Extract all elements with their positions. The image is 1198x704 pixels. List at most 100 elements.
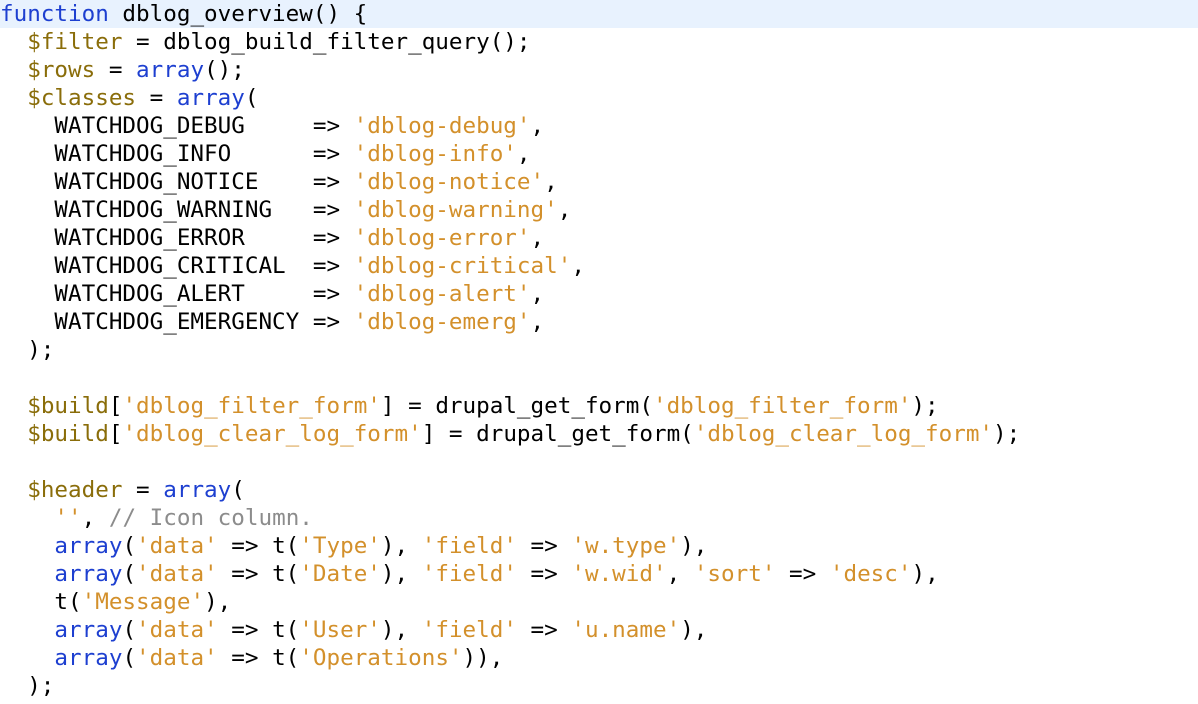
code-text: ( [122, 645, 137, 671]
code-line[interactable]: WATCHDOG_DEBUG => 'dblog-debug', [0, 112, 1198, 140]
code-line[interactable]: WATCHDOG_NOTICE => 'dblog-notice', [0, 168, 1198, 196]
code-text: ); [0, 673, 55, 699]
code-text: , [666, 561, 694, 587]
string-token: 'dblog-emerg' [353, 309, 531, 335]
keyword-token: array [136, 57, 205, 83]
code-text: ] = drupal_get_form( [421, 421, 694, 447]
code-line[interactable]: array('data' => t('Date'), 'field' => 'w… [0, 560, 1198, 588]
code-text: WATCHDOG_WARNING => [0, 197, 354, 223]
code-text: = [95, 57, 137, 83]
code-text: ); [911, 393, 939, 419]
code-text: => [516, 561, 572, 587]
code-text: , [571, 253, 585, 279]
code-text: , [530, 281, 545, 307]
code-text: [ [108, 421, 123, 447]
code-text: , [530, 309, 545, 335]
code-line[interactable]: WATCHDOG_CRITICAL => 'dblog-critical', [0, 252, 1198, 280]
code-text: = [122, 477, 164, 503]
code-line[interactable]: $build['dblog_filter_form'] = drupal_get… [0, 392, 1198, 420]
code-line[interactable]: $header = array( [0, 476, 1198, 504]
code-text: ); [993, 421, 1021, 447]
code-text: ), [380, 617, 422, 643]
code-line[interactable]: function dblog_overview() { [0, 0, 1198, 28]
keyword-token: function [0, 1, 109, 27]
string-token: 'dblog-info' [353, 141, 517, 167]
string-token: 'u.name' [571, 617, 681, 643]
code-text: WATCHDOG_ERROR => [0, 225, 354, 251]
code-text: )), [462, 645, 504, 671]
code-text: (); [204, 57, 245, 83]
code-text: ), [380, 533, 422, 559]
code-text: ), [911, 561, 939, 587]
variable-token: $build [27, 421, 109, 447]
string-token: 'field' [421, 533, 517, 559]
string-token: 'dblog_filter_form' [652, 393, 912, 419]
code-text: ), [380, 561, 422, 587]
code-editor[interactable]: function dblog_overview() { $filter = db… [0, 0, 1198, 704]
code-text: ( [244, 85, 259, 111]
code-line[interactable]: '', // Icon column. [0, 504, 1198, 532]
code-line[interactable] [0, 364, 1198, 392]
string-token: 'dblog_clear_log_form' [122, 421, 422, 447]
code-line[interactable]: array('data' => t('Operations')), [0, 644, 1198, 672]
code-line[interactable]: WATCHDOG_ERROR => 'dblog-error', [0, 224, 1198, 252]
keyword-token: array [176, 85, 245, 111]
code-line[interactable]: ); [0, 672, 1198, 700]
code-text: WATCHDOG_NOTICE => [0, 169, 354, 195]
code-line[interactable]: ); [0, 336, 1198, 364]
keyword-token: array [163, 477, 232, 503]
code-text: WATCHDOG_EMERGENCY => [0, 309, 354, 335]
code-text: => [516, 533, 572, 559]
code-line[interactable]: WATCHDOG_EMERGENCY => 'dblog-emerg', [0, 308, 1198, 336]
string-token: 'data' [136, 561, 218, 587]
string-token: 'dblog-debug' [353, 113, 531, 139]
string-token: 'dblog-critical' [353, 253, 572, 279]
code-text: ), [680, 533, 708, 559]
code-text: = [136, 85, 177, 111]
code-line[interactable]: $rows = array(); [0, 56, 1198, 84]
string-token: 'w.type' [571, 533, 681, 559]
code-text: WATCHDOG_INFO => [0, 141, 354, 167]
string-token: 'data' [136, 645, 218, 671]
keyword-token: array [54, 561, 123, 587]
code-line[interactable]: array('data' => t('User'), 'field' => 'u… [0, 616, 1198, 644]
code-text: ), [680, 617, 708, 643]
code-text: , [81, 505, 109, 531]
variable-token: $header [27, 477, 123, 503]
string-token: '' [54, 505, 82, 531]
string-token: 'dblog_filter_form' [122, 393, 381, 419]
code-text: , [557, 197, 572, 223]
code-text: ] = drupal_get_form( [380, 393, 653, 419]
code-line[interactable]: $build['dblog_clear_log_form'] = drupal_… [0, 420, 1198, 448]
code-line[interactable]: WATCHDOG_WARNING => 'dblog-warning', [0, 196, 1198, 224]
string-token: 'field' [421, 617, 517, 643]
code-line[interactable]: array('data' => t('Type'), 'field' => 'w… [0, 532, 1198, 560]
code-text: ); [0, 337, 55, 363]
string-token: 'dblog-warning' [353, 197, 558, 223]
code-text: WATCHDOG_CRITICAL => [0, 253, 354, 279]
code-text: => t( [217, 561, 300, 587]
code-text: , [530, 113, 545, 139]
code-line[interactable]: $filter = dblog_build_filter_query(); [0, 28, 1198, 56]
code-line[interactable]: WATCHDOG_ALERT => 'dblog-alert', [0, 280, 1198, 308]
code-text: WATCHDOG_DEBUG => [0, 113, 354, 139]
code-text: [ [108, 393, 123, 419]
comment-token: // Icon column. [108, 505, 313, 531]
string-token: 'Type' [299, 533, 381, 559]
code-text: => [516, 617, 572, 643]
code-text: , [530, 225, 545, 251]
variable-token: $filter [27, 29, 123, 55]
code-line[interactable]: t('Message'), [0, 588, 1198, 616]
code-text: ( [122, 561, 137, 587]
code-line[interactable] [0, 448, 1198, 476]
string-token: 'field' [421, 561, 517, 587]
code-line[interactable]: WATCHDOG_INFO => 'dblog-info', [0, 140, 1198, 168]
code-line[interactable]: $classes = array( [0, 84, 1198, 112]
